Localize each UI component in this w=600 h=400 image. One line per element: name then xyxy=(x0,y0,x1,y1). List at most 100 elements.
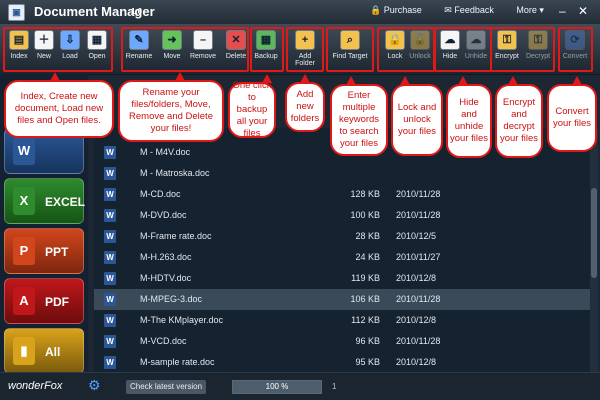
file-date: 2010/12/5 xyxy=(396,231,437,241)
purchase-link[interactable]: 🔒 Purchase xyxy=(370,5,432,16)
word-icon: W xyxy=(13,137,35,165)
document-manager-window: ▣ Document Manager 1.0 🔒 Purchase ✉ Feed… xyxy=(0,0,600,400)
highlight-file-group xyxy=(3,27,113,72)
file-size: 119 KB xyxy=(351,273,380,283)
file-row[interactable]: W M-H.263.doc 24 KB 2010/11/27 xyxy=(94,247,598,268)
file-date: 2010/11/28 xyxy=(396,294,441,304)
file-row[interactable]: W M - Matroska.doc xyxy=(94,163,598,184)
callout-edit-actions: Rename your files/folders, Move, Remove … xyxy=(118,80,224,142)
file-name: M-sample rate.doc xyxy=(140,357,215,367)
callout-add-folder: Add new folders xyxy=(285,82,325,132)
highlight-find-target xyxy=(326,27,374,72)
feedback-link[interactable]: ✉ Feedback xyxy=(444,5,504,16)
file-name: M-DVD.doc xyxy=(140,210,187,220)
file-date: 2010/12/8 xyxy=(396,315,437,325)
file-name: M-Frame rate.doc xyxy=(140,231,212,241)
category-all-label: All xyxy=(45,345,61,359)
minimize-button[interactable]: – xyxy=(559,5,566,17)
file-row[interactable]: W M-DVD.doc 100 KB 2010/11/28 xyxy=(94,205,598,226)
all-icon: ▮ xyxy=(13,337,35,365)
file-size: 24 KB xyxy=(355,252,380,262)
file-name: M-VCD.doc xyxy=(140,336,187,346)
file-date: 2010/11/27 xyxy=(396,252,441,262)
file-size: 106 KB xyxy=(350,294,380,304)
category-pdf-label: PDF xyxy=(45,295,69,309)
callout-hide: Hide and unhide your files xyxy=(446,84,492,158)
ppt-icon: P xyxy=(13,237,35,265)
scrollbar-thumb[interactable] xyxy=(591,188,597,278)
file-row[interactable]: W M-VCD.doc 96 KB 2010/11/28 xyxy=(94,331,598,352)
file-row[interactable]: W M-The KMplayer.doc 112 KB 2010/12/8 xyxy=(94,310,598,331)
status-bar: wonderFox ⚙ Check latest version 100 % 1 xyxy=(0,372,600,400)
file-date: 2010/12/8 xyxy=(396,273,437,283)
file-size: 112 KB xyxy=(351,315,380,325)
category-ppt[interactable]: P PPT xyxy=(4,228,84,274)
more-label: More ▾ xyxy=(516,5,544,15)
file-row-selected[interactable]: W M-MPEG-3.doc 106 KB 2010/11/28 xyxy=(94,289,598,310)
file-row[interactable]: W M-HDTV.doc 119 KB 2010/12/8 xyxy=(94,268,598,289)
word-doc-icon: W xyxy=(104,335,116,348)
callout-tail xyxy=(346,76,356,85)
callout-convert: Convert your files xyxy=(547,84,597,152)
progress-label: 100 % xyxy=(265,382,289,391)
highlight-edit-group xyxy=(121,27,249,72)
callout-tail xyxy=(50,72,60,81)
excel-icon: X xyxy=(13,187,35,215)
purchase-label: Purchase xyxy=(383,5,422,15)
callout-tail xyxy=(300,74,310,83)
vertical-scrollbar[interactable] xyxy=(590,128,598,372)
category-ppt-label: PPT xyxy=(45,245,69,259)
file-size: 28 KB xyxy=(355,231,380,241)
more-menu[interactable]: More ▾ xyxy=(516,5,554,16)
feedback-label: Feedback xyxy=(454,5,494,15)
highlight-hide-group xyxy=(434,27,492,72)
file-name: M - M4V.doc xyxy=(140,147,191,157)
highlight-add-folder xyxy=(286,27,324,72)
callout-lock: Lock and unlock your files xyxy=(391,84,443,156)
word-doc-icon: W xyxy=(104,167,116,180)
wonderfox-logo: wonderFox xyxy=(8,380,63,392)
progress-bar: 100 % xyxy=(232,380,322,394)
file-date: 2010/11/28 xyxy=(396,336,441,346)
document-manager-icon: ▣ xyxy=(8,4,25,21)
word-doc-icon: W xyxy=(104,188,116,201)
callout-tail xyxy=(262,74,272,83)
word-doc-icon: W xyxy=(104,356,116,369)
file-name: M-MPEG-3.doc xyxy=(140,294,203,304)
callout-tail xyxy=(400,76,410,85)
file-date: 2010/11/28 xyxy=(396,210,441,220)
word-doc-icon: W xyxy=(104,293,116,306)
gear-icon[interactable]: ⚙ xyxy=(88,377,101,394)
callout-find-target: Enter multiple keywords to search your f… xyxy=(330,84,388,156)
check-latest-version-button[interactable]: Check latest version xyxy=(126,380,206,394)
category-excel-label: EXCEL xyxy=(45,195,86,209)
close-button[interactable]: ✕ xyxy=(578,5,588,17)
category-excel[interactable]: X EXCEL xyxy=(4,178,86,224)
file-list: W M - M4V.doc W M - Matroska.doc W M-CD.doc… xyxy=(94,128,598,372)
file-size: 96 KB xyxy=(355,336,380,346)
app-version: 1.0 xyxy=(131,7,143,16)
callout-encrypt: Encrypt and decrypt your files xyxy=(495,84,543,158)
word-doc-icon: W xyxy=(104,314,116,327)
category-all[interactable]: ▮ All xyxy=(4,328,84,374)
callout-tail xyxy=(508,76,518,85)
callout-file-actions: Index, Create new document, Load new fil… xyxy=(4,80,114,138)
file-row[interactable]: W M-sample rate.doc 95 KB 2010/12/8 xyxy=(94,352,598,373)
word-doc-icon: W xyxy=(104,272,116,285)
title-bar: ▣ Document Manager 1.0 🔒 Purchase ✉ Feed… xyxy=(0,0,600,24)
file-size: 128 KB xyxy=(350,189,380,199)
file-row[interactable]: W M-Frame rate.doc 28 KB 2010/12/5 xyxy=(94,226,598,247)
callout-tail xyxy=(458,76,468,85)
word-doc-icon: W xyxy=(104,251,116,264)
word-doc-icon: W xyxy=(104,230,116,243)
file-row[interactable]: W M-CD.doc 128 KB 2010/11/28 xyxy=(94,184,598,205)
callout-backup: One click to backup all your files xyxy=(228,80,276,139)
file-name: M - Matroska.doc xyxy=(140,168,210,178)
page-number: 1 xyxy=(332,382,337,391)
file-name: M-HDTV.doc xyxy=(140,273,192,283)
category-pdf[interactable]: A PDF xyxy=(4,278,84,324)
highlight-lock-group xyxy=(377,27,435,72)
file-date: 2010/12/8 xyxy=(396,357,437,367)
pdf-icon: A xyxy=(13,287,35,315)
callout-tail xyxy=(175,72,185,81)
